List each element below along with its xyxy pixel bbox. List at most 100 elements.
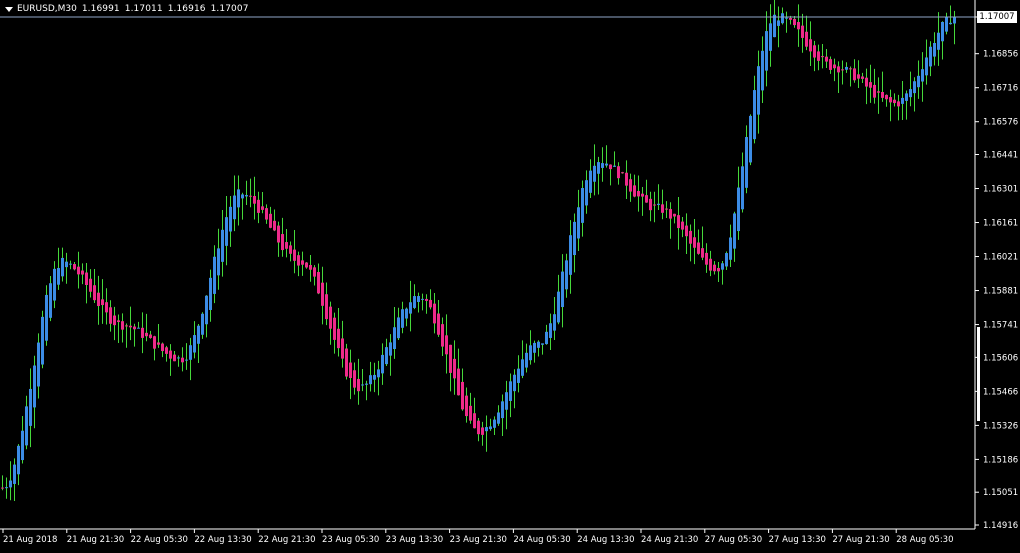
- price-bar: [449, 344, 452, 392]
- bar-body: [753, 90, 756, 140]
- price-bar: [633, 174, 636, 198]
- bar-body: [425, 298, 428, 301]
- bar-body: [489, 426, 492, 430]
- y-tick-label: 1.16576: [983, 118, 1018, 128]
- bar-body: [397, 317, 400, 339]
- price-bar: [213, 245, 216, 304]
- price-bar: [629, 173, 632, 202]
- price-bar: [465, 387, 468, 423]
- price-bar: [805, 15, 808, 51]
- price-bar: [801, 13, 804, 53]
- price-bar: [25, 395, 28, 450]
- bar-body: [385, 347, 388, 365]
- bar-body: [717, 267, 720, 272]
- price-bar: [885, 94, 888, 107]
- bar-body: [313, 267, 316, 277]
- y-tick-label: 1.16161: [983, 219, 1018, 229]
- price-bar: [637, 175, 640, 212]
- bar-body: [221, 229, 224, 262]
- bar-body: [777, 20, 780, 26]
- price-bar: [941, 21, 944, 60]
- price-bar: [397, 307, 400, 341]
- y-tick-label: 1.15186: [983, 455, 1018, 465]
- price-bar: [45, 285, 48, 346]
- price-bar: [193, 321, 196, 359]
- price-bar: [269, 206, 272, 229]
- bar-body: [337, 328, 340, 349]
- bar-body: [229, 206, 232, 232]
- symbol-header[interactable]: EURUSD,M30 1.16991 1.17011 1.16916 1.170…: [2, 2, 249, 16]
- price-bar: [889, 89, 892, 122]
- bar-body: [781, 13, 784, 24]
- triangle-down-icon[interactable]: [5, 6, 13, 12]
- price-bar: [253, 176, 256, 220]
- price-bar: [569, 220, 572, 294]
- bar-body: [349, 362, 352, 379]
- price-bar: [69, 260, 72, 270]
- bar-body: [821, 56, 824, 58]
- bar-body: [465, 395, 468, 417]
- price-bar: [469, 392, 472, 424]
- price-bar: [329, 301, 332, 345]
- price-bar: [149, 330, 152, 339]
- bar-body: [589, 170, 592, 193]
- bar-body: [253, 196, 256, 204]
- bar-body: [97, 292, 100, 307]
- price-bar: [505, 380, 508, 430]
- price-bar: [605, 145, 608, 168]
- bar-body: [505, 392, 508, 410]
- price-bar: [657, 184, 660, 210]
- price-bar: [33, 355, 36, 429]
- price-bar: [297, 251, 300, 277]
- price-bar: [917, 60, 920, 99]
- price-bar: [161, 342, 164, 358]
- bar-body: [841, 69, 844, 71]
- bar-body: [481, 427, 484, 435]
- x-tick-label: 24 Aug 21:30: [641, 535, 698, 545]
- price-bar: [173, 351, 176, 362]
- bar-body: [473, 413, 476, 429]
- bar-body: [513, 374, 516, 392]
- bar-body: [737, 187, 740, 232]
- price-bar: [905, 90, 908, 120]
- bar-body: [329, 306, 332, 329]
- axes: [0, 0, 980, 530]
- bar-body: [877, 91, 880, 93]
- price-bar: [389, 334, 392, 376]
- y-tick-label: 1.15051: [983, 488, 1018, 498]
- price-bar: [97, 275, 100, 325]
- bar-body: [437, 313, 440, 335]
- bar-body: [593, 165, 596, 182]
- bar-body: [829, 59, 832, 70]
- bar-body: [265, 208, 268, 220]
- price-bar: [873, 68, 876, 104]
- bar-body: [345, 348, 348, 377]
- bar-body: [637, 190, 640, 197]
- bar-body: [949, 22, 952, 25]
- price-chart[interactable]: 1.16856 1.16716 1.16576 1.16441 1.16301 1.161…: [0, 0, 1020, 549]
- price-bar: [429, 289, 432, 310]
- price-bar: [953, 10, 956, 45]
- price-bar: [717, 261, 720, 283]
- chart-canvas[interactable]: 1.16856 1.16716 1.16576 1.16441 1.16301 1.161…: [0, 0, 1020, 549]
- price-bar: [305, 261, 308, 269]
- price-bar: [477, 418, 480, 442]
- bar-body: [125, 325, 128, 327]
- price-bar: [85, 262, 88, 304]
- bar-body: [761, 50, 764, 91]
- price-bar: [317, 263, 320, 295]
- bar-body: [885, 94, 888, 100]
- bar-body: [693, 237, 696, 248]
- price-bar: [825, 48, 828, 68]
- bar-body: [145, 332, 148, 337]
- price-bar: [401, 301, 404, 334]
- price-bar: [393, 307, 396, 359]
- price-bar: [877, 77, 880, 114]
- price-bar: [157, 324, 160, 348]
- price-bar: [833, 58, 836, 82]
- bar-body: [81, 270, 84, 275]
- price-bar: [613, 151, 616, 168]
- scroll-marker[interactable]: [977, 327, 980, 421]
- price-bar: [89, 269, 92, 298]
- price-bar: [229, 195, 232, 247]
